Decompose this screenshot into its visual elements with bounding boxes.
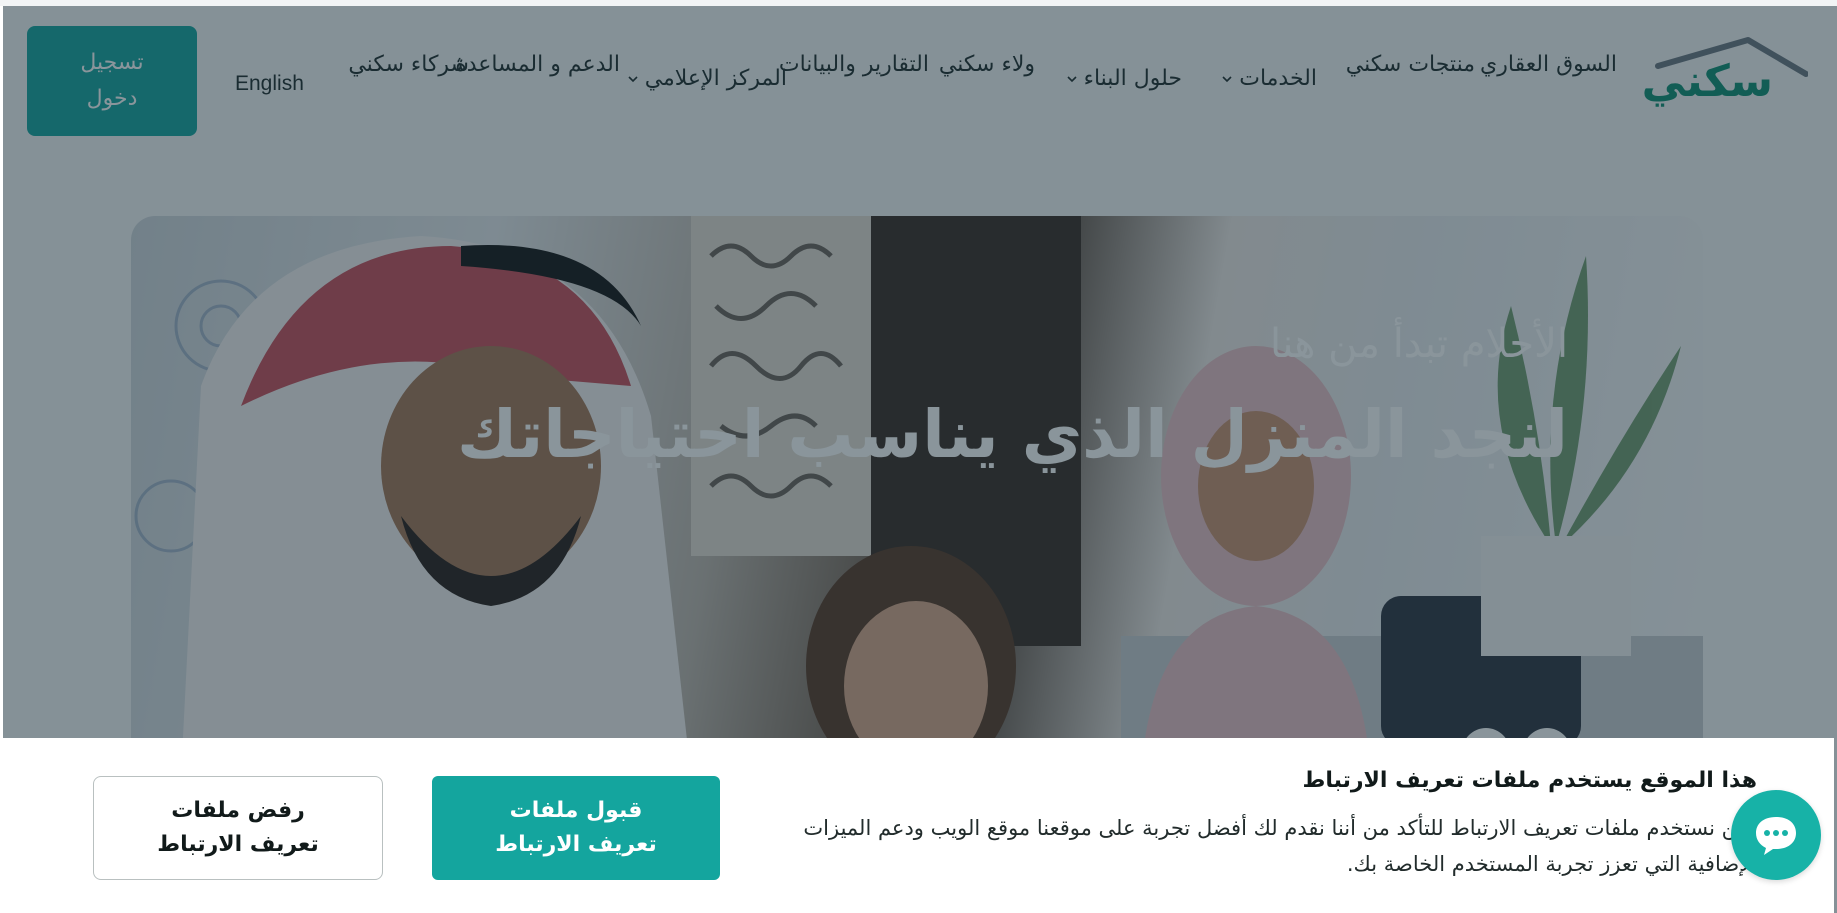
cookie-banner: هذا الموقع يستخدم ملفات تعريف الارتباط ن… xyxy=(0,738,1834,913)
accept-cookies-button[interactable]: قبول ملفات تعريف الارتباط xyxy=(432,776,720,880)
accept-cookies-label: قبول ملفات تعريف الارتباط xyxy=(495,798,657,857)
chat-button[interactable] xyxy=(1731,790,1821,880)
reject-cookies-label: رفض ملفات تعريف الارتباط xyxy=(157,798,319,857)
cookie-description: نحن نستخدم ملفات تعريف الارتباط للتأكد م… xyxy=(803,816,1757,876)
cookie-title: هذا الموقع يستخدم ملفات تعريف الارتباط xyxy=(1302,768,1757,793)
reject-cookies-button[interactable]: رفض ملفات تعريف الارتباط xyxy=(93,776,383,880)
chat-bubble-icon xyxy=(1756,817,1796,855)
